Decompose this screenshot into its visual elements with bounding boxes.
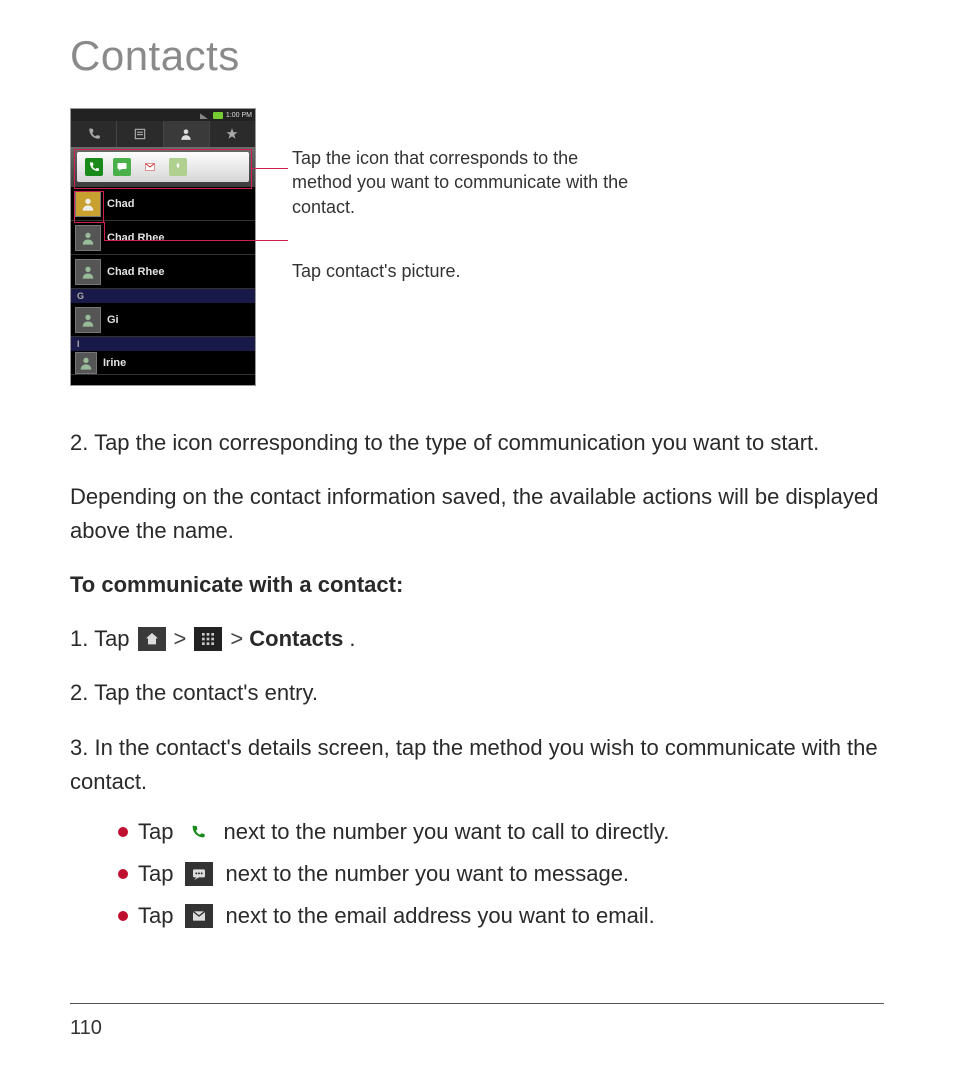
- page-number: 110: [70, 1017, 102, 1040]
- tab-dial[interactable]: [71, 121, 117, 147]
- footer-rule: [70, 1003, 884, 1004]
- status-bar: 1:00 PM: [71, 109, 255, 121]
- avatar[interactable]: [75, 225, 101, 251]
- breadcrumb-sep: >: [174, 622, 187, 656]
- bullet-call: Tap next to the number you want to call …: [118, 819, 884, 845]
- contact-name: Irine: [103, 357, 126, 369]
- step-2-text: 2. Tap the icon corresponding to the typ…: [70, 426, 884, 460]
- message-icon: [185, 862, 213, 886]
- bullet-message: Tap next to the number you want to messa…: [118, 861, 884, 887]
- phone-icon: [87, 127, 101, 141]
- quick-action-bar: [77, 152, 249, 182]
- bullet-prefix: Tap: [138, 903, 173, 929]
- home-icon: [138, 627, 166, 651]
- bullet-list: Tap next to the number you want to call …: [118, 819, 884, 929]
- phone-screenshot: 1:00 PM Chad: [70, 108, 256, 386]
- contact-row[interactable]: Chad Rhee: [71, 255, 255, 289]
- avatar[interactable]: [75, 259, 101, 285]
- avatar[interactable]: [75, 307, 101, 333]
- bullet-suffix: next to the number you want to message.: [225, 861, 629, 887]
- avatar[interactable]: [75, 352, 97, 374]
- quick-sms-icon[interactable]: [113, 158, 131, 176]
- bullet-dot-icon: [118, 911, 128, 921]
- battery-icon: [213, 112, 223, 119]
- bullet-suffix: next to the number you want to call to d…: [223, 819, 669, 845]
- bullet-prefix: Tap: [138, 861, 173, 887]
- status-time: 1:00 PM: [226, 112, 252, 119]
- step-1: 1. Tap > > Contacts.: [70, 622, 884, 656]
- email-icon: [185, 904, 213, 928]
- contact-name: Gi: [107, 314, 119, 326]
- list-icon: [133, 127, 147, 141]
- breadcrumb-sep: >: [230, 622, 243, 656]
- bullet-email: Tap next to the email address you want t…: [118, 903, 884, 929]
- bullet-prefix: Tap: [138, 819, 173, 845]
- bullet-suffix: next to the email address you want to em…: [225, 903, 654, 929]
- contact-row[interactable]: Gi: [71, 303, 255, 337]
- tab-contacts[interactable]: [164, 121, 210, 147]
- step-2b: 2. Tap the contact's entry.: [70, 676, 884, 710]
- page-title: Contacts: [70, 32, 884, 80]
- callout-quickbar-text: Tap the icon that corresponds to the met…: [292, 146, 632, 219]
- section-divider: I: [71, 337, 255, 351]
- signal-icon: [200, 112, 210, 119]
- contact-row[interactable]: Irine: [71, 351, 255, 375]
- avatar[interactable]: [75, 191, 101, 217]
- tab-log[interactable]: [117, 121, 163, 147]
- callout-line: [104, 240, 288, 241]
- section-divider: G: [71, 289, 255, 303]
- call-icon: [185, 820, 211, 844]
- quick-gmail-icon[interactable]: [141, 158, 159, 176]
- callout-line: [104, 222, 105, 240]
- contact-name: Chad Rhee: [107, 266, 164, 278]
- figure-row: 1:00 PM Chad: [70, 108, 884, 386]
- quick-phone-icon[interactable]: [85, 158, 103, 176]
- callout-line: [252, 168, 288, 169]
- quick-other-icon[interactable]: [169, 158, 187, 176]
- star-icon: [225, 127, 239, 141]
- period: .: [349, 622, 355, 656]
- bullet-dot-icon: [118, 827, 128, 837]
- step-1-prefix: 1. Tap: [70, 622, 130, 656]
- contacts-label: Contacts: [249, 622, 343, 656]
- person-icon: [179, 127, 193, 141]
- contact-row[interactable]: Chad Rhee: [71, 221, 255, 255]
- step-3: 3. In the contact's details screen, tap …: [70, 731, 884, 799]
- tab-row: [71, 121, 255, 147]
- apps-grid-icon: [194, 627, 222, 651]
- contact-row[interactable]: Chad: [71, 187, 255, 221]
- tab-favorites[interactable]: [210, 121, 255, 147]
- bullet-dot-icon: [118, 869, 128, 879]
- contact-name: Chad: [107, 198, 135, 210]
- quick-bar-wrap: [71, 147, 255, 187]
- callout-avatar-text: Tap contact's picture.: [292, 259, 632, 283]
- contact-name: Chad Rhee: [107, 232, 164, 244]
- callouts-column: Tap the icon that corresponds to the met…: [292, 108, 632, 283]
- subheading: To communicate with a contact:: [70, 568, 884, 602]
- depending-text: Depending on the contact information sav…: [70, 480, 884, 548]
